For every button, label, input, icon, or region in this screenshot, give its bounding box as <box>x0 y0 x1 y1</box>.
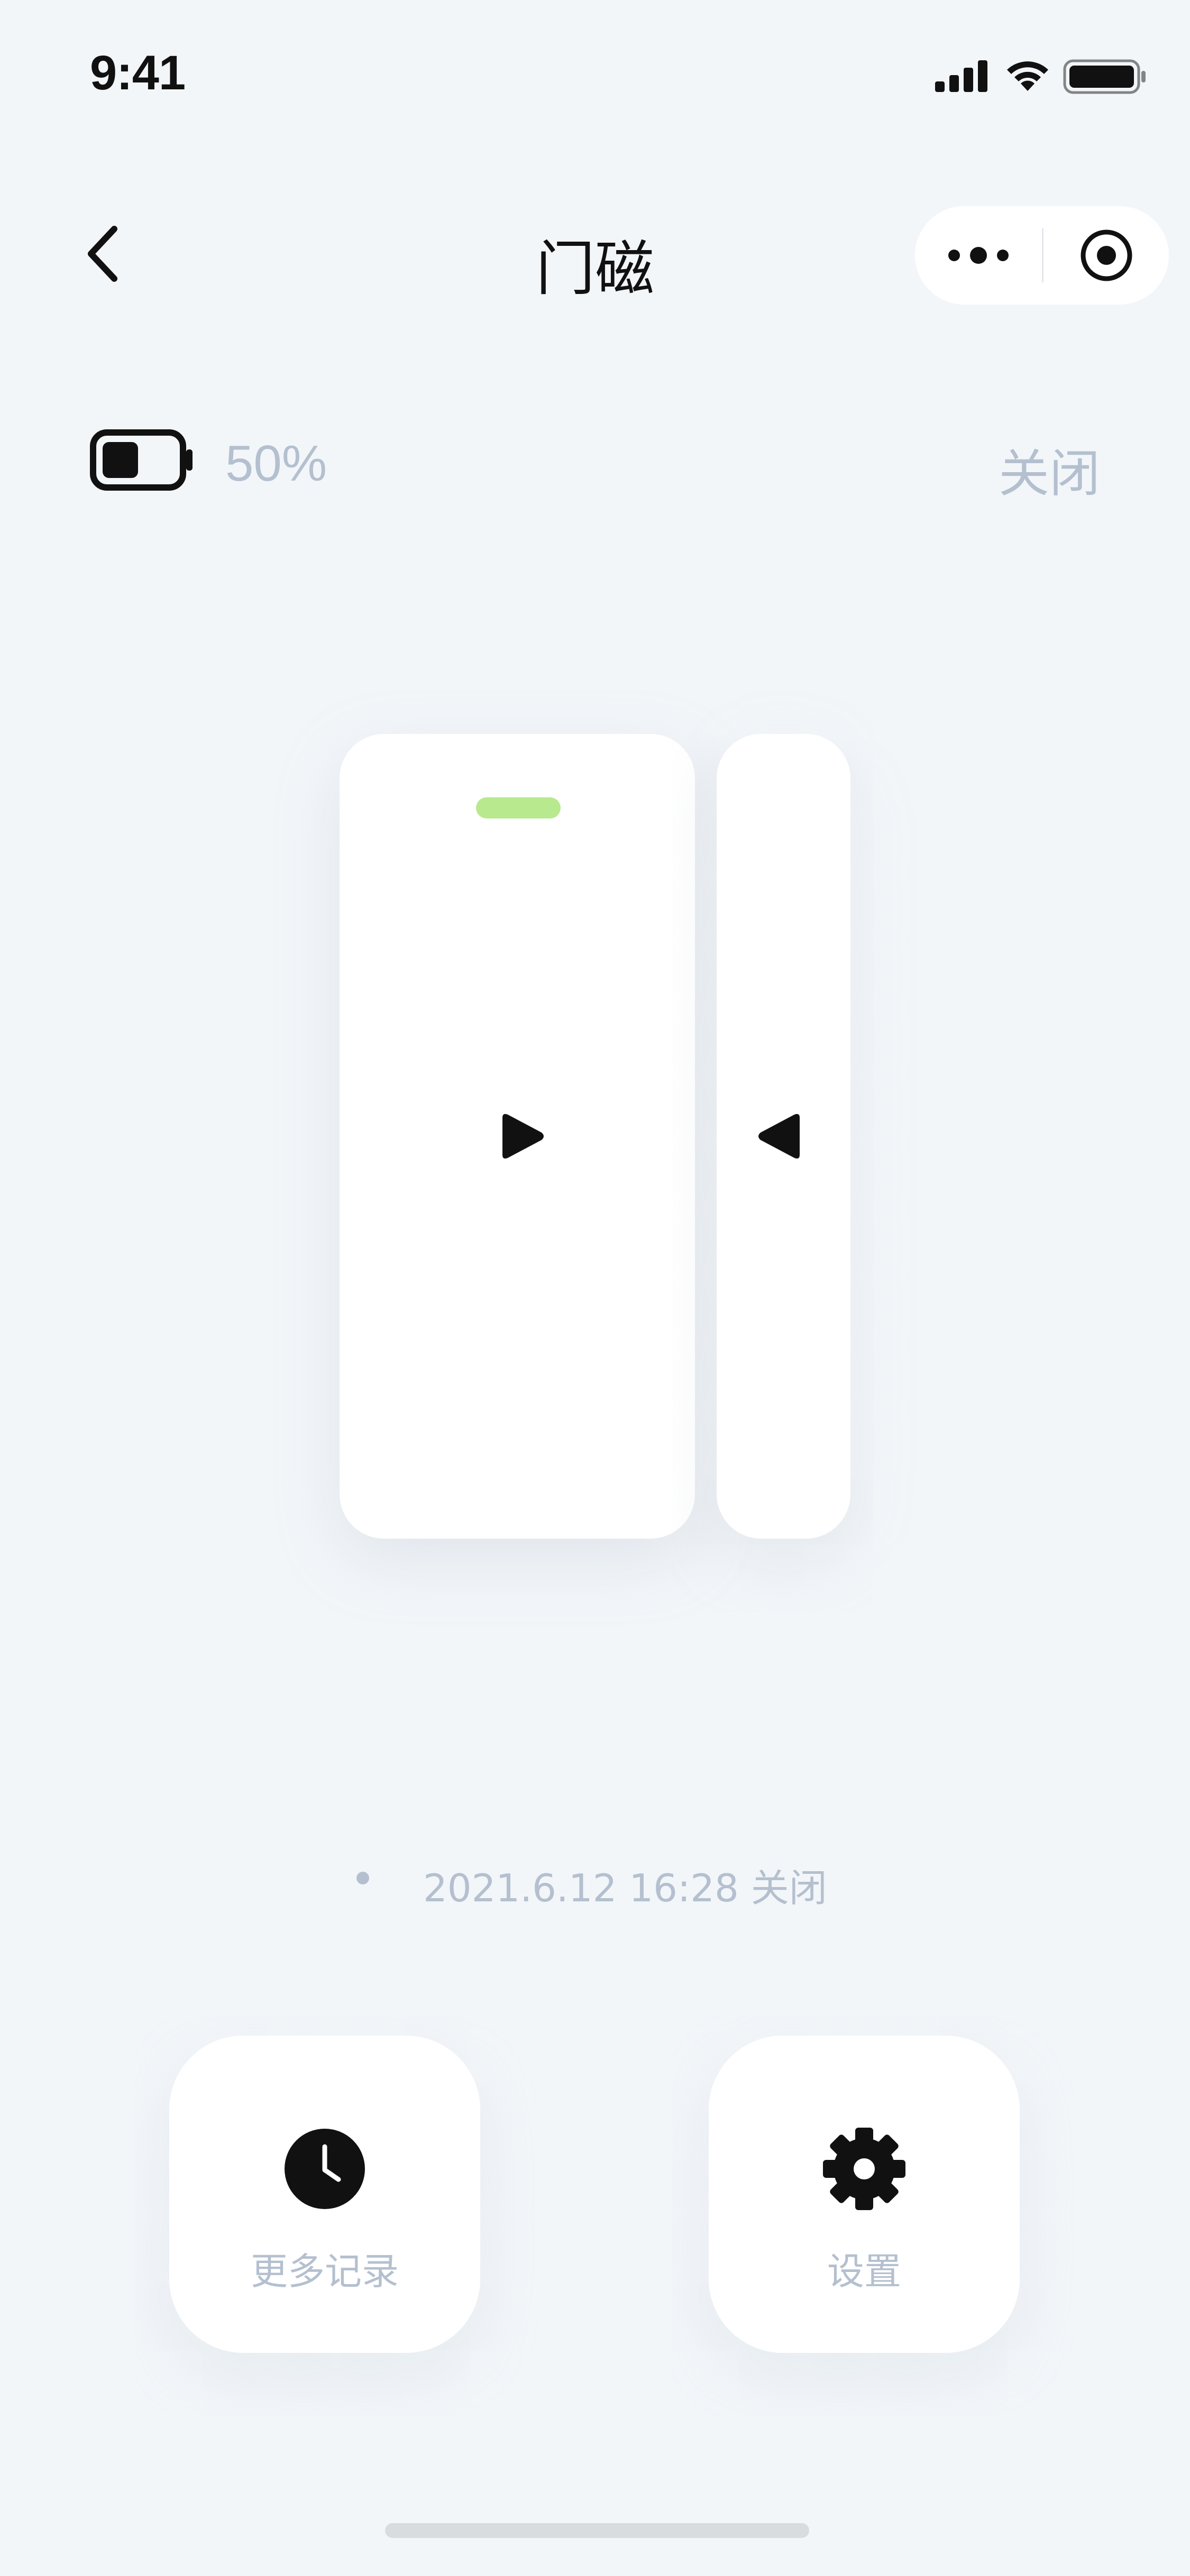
status-bar-time: 9:41 <box>90 46 186 100</box>
home-indicator[interactable] <box>385 2523 809 2538</box>
door-status-label: 关闭 <box>999 444 1100 503</box>
more-records-button[interactable]: 更多记录 <box>169 2036 480 2353</box>
status-battery-icon <box>1063 59 1146 94</box>
more-records-label: 更多记录 <box>251 2250 399 2293</box>
cellular-signal-icon <box>935 60 987 92</box>
last-record-text: 2021.6.12 16:28 关闭 <box>423 1866 827 1910</box>
more-button[interactable] <box>915 206 1042 305</box>
sensor-indicator-light <box>476 797 561 818</box>
battery-icon <box>90 429 193 491</box>
triangle-left-icon <box>758 1114 800 1159</box>
triangle-right-icon <box>502 1114 544 1159</box>
gear-icon <box>823 2128 905 2210</box>
history-icon-wrap <box>169 2128 480 2210</box>
target-circle-icon <box>1081 229 1132 281</box>
more-dots-icon <box>948 247 1009 264</box>
close-mini-program-button[interactable] <box>1043 206 1169 305</box>
settings-label: 设置 <box>827 2250 901 2293</box>
record-dot <box>356 1872 369 1884</box>
settings-icon-wrap <box>709 2128 1020 2210</box>
settings-button[interactable]: 设置 <box>709 2036 1020 2353</box>
wifi-icon <box>1007 61 1048 91</box>
clock-icon <box>285 2129 365 2209</box>
battery-percentage: 50% <box>225 435 327 492</box>
mini-program-capsule <box>915 206 1169 305</box>
